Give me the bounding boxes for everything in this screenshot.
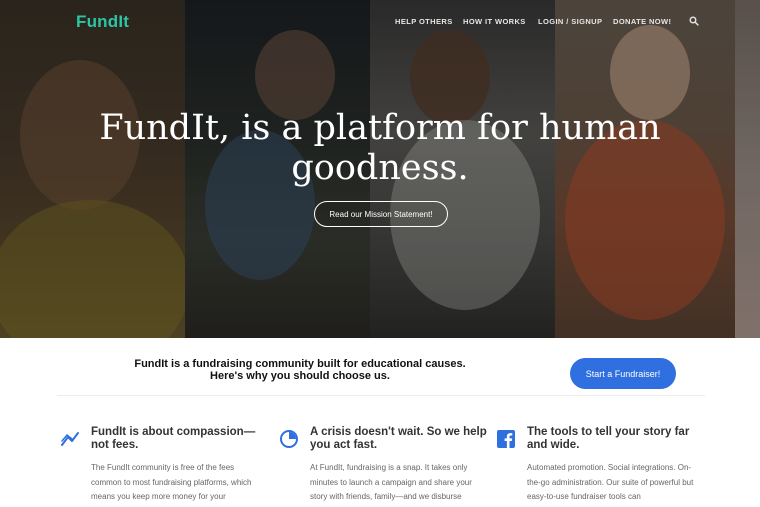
nav-help-others[interactable]: HELP OTHERS <box>395 17 453 26</box>
feature-title: FundIt is about compassion—not fees. <box>91 426 256 451</box>
hero-headline-line2: goodness. <box>291 148 469 188</box>
hero-banner: FundIt HELP OTHERS HOW IT WORKS LOGIN / … <box>0 0 760 338</box>
section-divider <box>57 395 705 396</box>
nav-login-signup[interactable]: LOGIN / SIGNUP <box>538 17 602 26</box>
nav-donate-now[interactable]: DONATE NOW! <box>613 17 671 26</box>
logo[interactable]: FundIt <box>76 12 129 32</box>
hero-headline: FundIt, is a platform for human goodness… <box>0 108 760 188</box>
facebook-icon <box>497 430 515 448</box>
start-fundraiser-button[interactable]: Start a Fundraiser! <box>570 358 676 389</box>
hero-headline-line1: FundIt, is a platform for human <box>99 108 661 148</box>
intro-text-line1: FundIt is a fundraising community built … <box>134 358 466 370</box>
intro-text-line2: Here's why you should choose us. <box>210 370 390 382</box>
feature-body: At FundIt, fundraising is a snap. It tak… <box>310 463 472 501</box>
trend-line-icon <box>61 432 79 446</box>
nav-how-it-works[interactable]: HOW IT WORKS <box>463 17 526 26</box>
feature-body: Automated promotion. Social integrations… <box>527 463 694 501</box>
mission-statement-button[interactable]: Read our Mission Statement! <box>314 201 448 227</box>
pie-clock-icon <box>280 430 298 448</box>
intro-text: FundIt is a fundraising community built … <box>120 358 480 382</box>
feature-title: The tools to tell your story far and wid… <box>527 426 690 451</box>
feature-title: A crisis doesn't wait. So we help you ac… <box>310 426 487 451</box>
search-icon[interactable] <box>689 16 699 26</box>
feature-body: The FundIt community is free of the fees… <box>91 463 252 501</box>
